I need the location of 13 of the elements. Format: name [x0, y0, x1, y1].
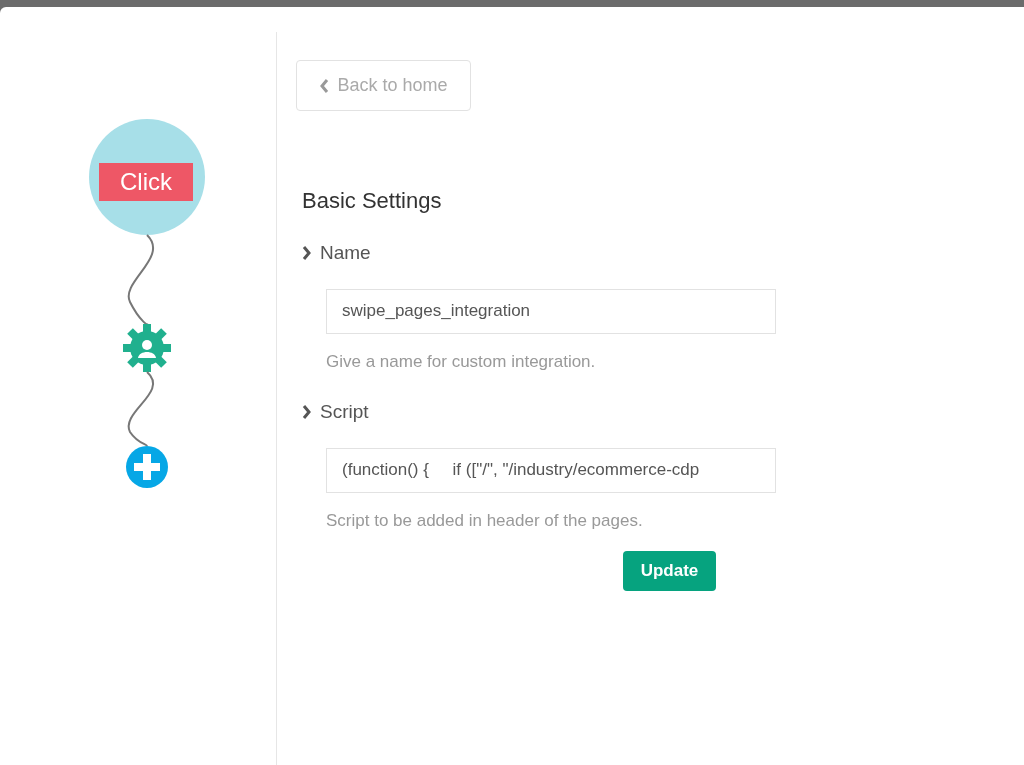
section-heading: Basic Settings [302, 187, 443, 215]
gear-icon[interactable] [123, 324, 171, 372]
add-icon[interactable] [126, 446, 168, 488]
chevron-left-icon [319, 77, 330, 94]
text-input[interactable]: (function() { if (["/", "/industry/ecommerce-cdp [326, 447, 776, 493]
field-hint: Give a name for custom integration. [326, 350, 597, 373]
node-label: Click [99, 163, 193, 201]
text-input[interactable]: swipe_pages_integration [326, 288, 776, 334]
chevron-right-icon [302, 404, 312, 421]
chevron-right-icon [302, 245, 312, 262]
field-label: Script [320, 400, 369, 424]
field-label: Name [320, 241, 371, 265]
field-hint: Script to be added in header of the pages. [326, 509, 644, 532]
